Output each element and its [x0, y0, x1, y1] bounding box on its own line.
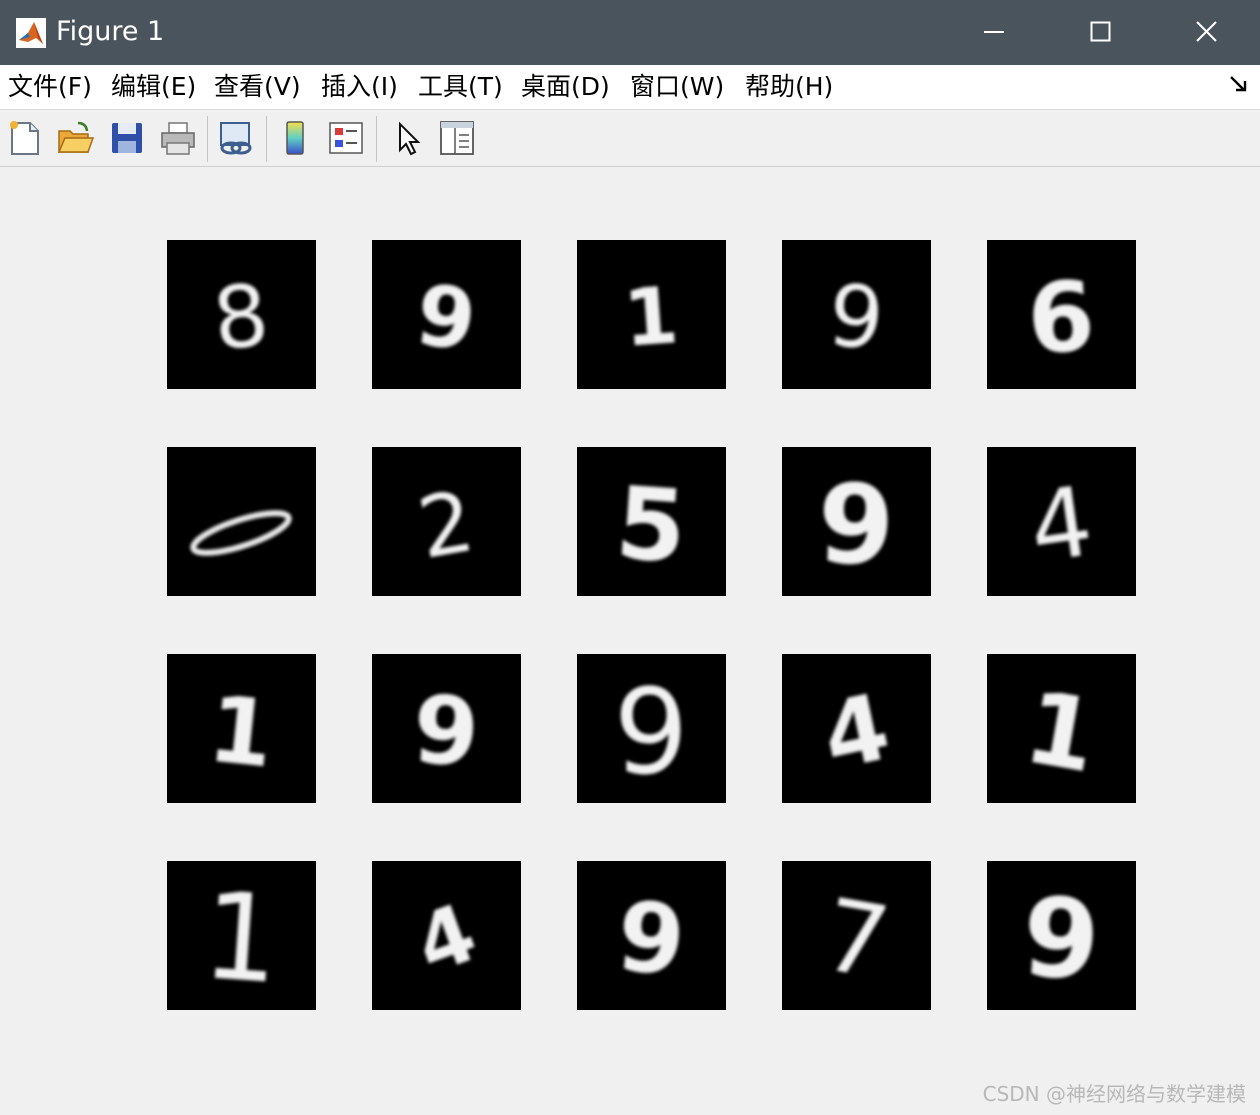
new-figure-icon	[10, 121, 39, 155]
digit-image: 5	[577, 447, 726, 596]
digit-image: 7	[782, 861, 931, 1010]
digit-glyph: 9	[816, 460, 897, 591]
menu-window[interactable]: 窗口(W)	[630, 69, 724, 105]
menu-view[interactable]: 查看(V)	[214, 69, 301, 105]
digit-glyph: 8	[209, 265, 274, 370]
link-plot-button[interactable]	[215, 116, 257, 158]
digit-glyph: 9	[1018, 872, 1103, 1005]
digit-glyph: 7	[815, 876, 898, 1002]
close-button[interactable]	[1154, 0, 1260, 65]
link-plot-icon	[220, 122, 252, 155]
edit-plot-button[interactable]	[386, 116, 428, 158]
digit-image: 2	[372, 447, 521, 596]
colorbar-icon	[286, 121, 304, 155]
digit-glyph: 9	[612, 880, 690, 998]
menu-bar: 文件(F) 编辑(E) 查看(V) 插入(I) 工具(T) 桌面(D) 窗口(W…	[0, 65, 1260, 110]
digit-image: 9	[987, 861, 1136, 1010]
digit-image: 6	[987, 240, 1136, 389]
digit-glyph: 6	[1025, 260, 1098, 375]
digit-image: 4	[372, 861, 521, 1010]
digit-image: 9	[372, 240, 521, 389]
digit-image	[167, 447, 316, 596]
digit-image: 1	[577, 240, 726, 389]
digit-image: 1	[167, 861, 316, 1010]
digit-glyph: 4	[404, 886, 488, 992]
digit-glyph: 1	[1017, 668, 1106, 795]
maximize-icon	[1090, 21, 1111, 42]
digit-glyph: 4	[814, 673, 899, 791]
matlab-logo-icon	[16, 18, 46, 48]
toolbar-separator	[266, 116, 267, 162]
digit-image: 1	[167, 654, 316, 803]
close-icon	[1196, 21, 1217, 42]
menu-file[interactable]: 文件(F)	[8, 69, 92, 105]
watermark: CSDN @神经网络与数学建模	[982, 1082, 1246, 1106]
menu-insert[interactable]: 插入(I)	[321, 69, 398, 105]
digit-image: 9	[577, 654, 726, 803]
legend-button[interactable]	[325, 116, 367, 158]
open-file-icon	[57, 121, 94, 153]
digit-glyph: 1	[621, 271, 681, 365]
new-figure-button[interactable]	[4, 116, 46, 158]
digit-glyph: 9	[410, 675, 483, 788]
save-icon	[112, 123, 142, 153]
digit-image: 4	[987, 447, 1136, 596]
open-file-button[interactable]	[54, 116, 96, 158]
maximize-button[interactable]	[1048, 0, 1154, 65]
print-button[interactable]	[157, 116, 199, 158]
digit-image: 8	[167, 240, 316, 389]
digit-glyph	[190, 510, 292, 556]
print-icon	[161, 122, 195, 155]
figure-canvas[interactable]: 8919625941994114979	[0, 167, 1260, 1113]
save-button[interactable]	[106, 116, 148, 158]
legend-icon	[329, 122, 363, 154]
property-editor-button[interactable]	[436, 116, 478, 158]
minimize-button[interactable]	[942, 0, 1048, 65]
menu-help[interactable]: 帮助(H)	[745, 69, 833, 105]
property-editor-icon	[440, 121, 474, 155]
digit-glyph: 1	[198, 867, 284, 1010]
digit-glyph: 1	[204, 675, 279, 788]
digit-image: 4	[782, 654, 931, 803]
menu-edit[interactable]: 编辑(E)	[111, 69, 196, 105]
dock-figure-icon[interactable]	[1228, 73, 1250, 95]
digit-glyph: 5	[612, 464, 690, 586]
toolbar-separator	[376, 116, 377, 162]
digit-glyph: 9	[824, 265, 889, 370]
digit-glyph: 9	[613, 663, 688, 801]
digit-glyph: 2	[411, 472, 481, 578]
digit-image: 9	[577, 861, 726, 1010]
digit-image: 9	[372, 654, 521, 803]
minimize-icon	[984, 31, 1004, 33]
colorbar-button[interactable]	[275, 116, 317, 158]
edit-plot-arrow-icon	[399, 121, 421, 156]
toolbar-separator	[207, 116, 208, 162]
digit-glyph: 9	[410, 265, 482, 370]
window-title: Figure 1	[56, 16, 165, 47]
title-bar: Figure 1	[0, 0, 1260, 65]
toolbar	[0, 110, 1260, 167]
menu-desktop[interactable]: 桌面(D)	[521, 69, 610, 105]
digit-image: 1	[987, 654, 1136, 803]
digit-glyph: 4	[1023, 465, 1099, 584]
digit-image: 9	[782, 447, 931, 596]
menu-tools[interactable]: 工具(T)	[418, 69, 503, 105]
digit-image: 9	[782, 240, 931, 389]
